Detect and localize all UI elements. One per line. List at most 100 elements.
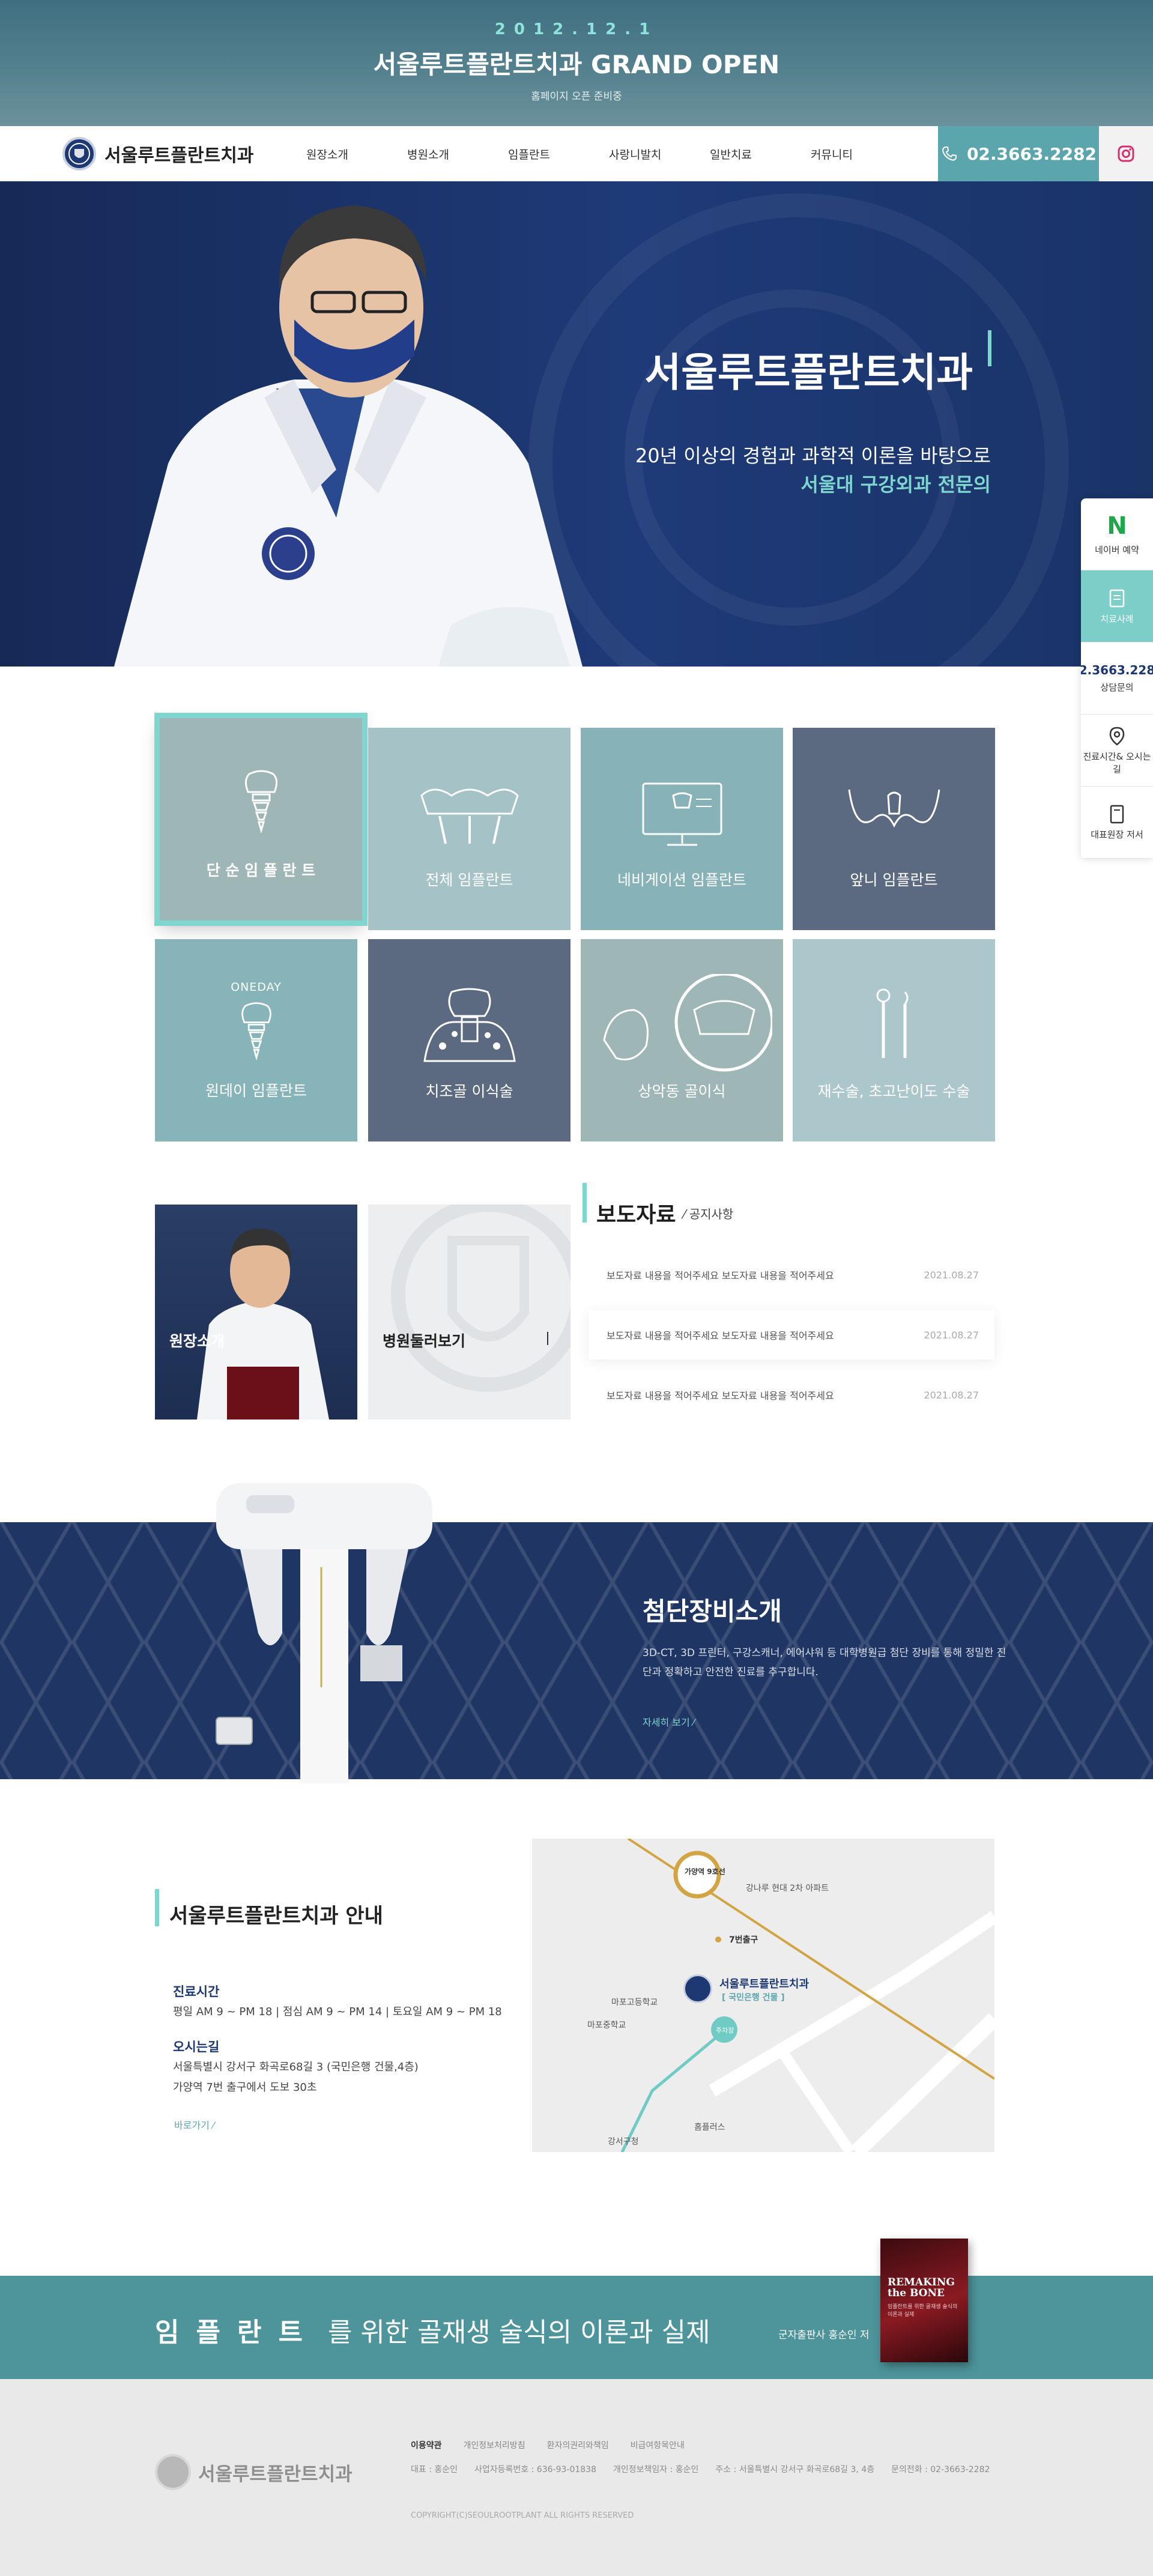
book-cover-subtitle: 임플란트를 위한 골재생 술식의 이론과 실제	[888, 2304, 958, 2318]
equipment-more-link[interactable]: 자세히 보기 ⁄	[643, 1714, 694, 1729]
instagram-button[interactable]	[1099, 126, 1153, 181]
map-exit-label: 7번출구	[729, 1935, 758, 1945]
implant-icon	[237, 759, 285, 849]
location-block: 오시는길 서울특별시 강서구 화곡로68길 3 (국민은행 건물,4층) 가양역…	[173, 2037, 419, 2098]
logo-emblem-icon	[62, 137, 96, 171]
bone-graft-icon	[419, 980, 521, 1070]
nav-item-doctor[interactable]: 원장소개	[306, 146, 407, 162]
ct-scanner-image	[216, 1483, 432, 1783]
footer-info-item: 주소 : 서울특별시 강서구 화곡로68길 3, 4층	[715, 2465, 875, 2475]
nav-item-implant[interactable]: 임플란트	[508, 146, 609, 162]
address-line1: 서울특별시 강서구 화곡로68길 3 (국민은행 건물,4층)	[173, 2061, 419, 2073]
press-row-date: 2021.08.27	[924, 1269, 979, 1281]
nav-item-wisdom-tooth[interactable]: 사랑니발치	[609, 146, 710, 162]
footer-info-item: 개인정보책임자 : 홍순인	[613, 2465, 699, 2475]
main-nav: 원장소개 병원소개 임플란트 사랑니발치 일반치료 커뮤니티	[306, 126, 912, 181]
implant-menu-grid: 단 순 임 플 란 트 전체 임플란트 네비게이션 임플란트 앞니 임플란트 O…	[154, 713, 995, 1141]
press-row[interactable]: 보도자료 내용을 적어주세요 보도자료 내용을 적어주세요 2021.08.27	[589, 1250, 994, 1299]
equipment-desc: 3D-CT, 3D 프린터, 구강스캐너, 에어샤워 등 대학병원급 첨단 장비…	[643, 1647, 1006, 1678]
hours-heading: 진료시간	[173, 1985, 220, 1999]
nav-item-hospital[interactable]: 병원소개	[407, 146, 508, 162]
tile-sinus-graft[interactable]: 상악동 골이식	[581, 939, 783, 1141]
map-school1-label: 마포고등학교	[611, 1998, 658, 2007]
directions-link-label: 바로가기	[174, 2120, 210, 2131]
equipment-more-label: 자세히 보기	[643, 1717, 690, 1728]
doctor-intro-card[interactable]: 원장소개	[155, 1205, 357, 1420]
book-promo-rest: 를 위한 골재생 술식의 이론과 실제	[327, 2317, 710, 2348]
oneday-badge: ONEDAY	[231, 980, 282, 994]
book-promo-band[interactable]: 임플란트 를 위한 골재생 술식의 이론과 실제 군자출판사 홍순인 저	[0, 2276, 1153, 2379]
hero-specialty: 서울대 구강외과 전문의	[800, 473, 991, 496]
tile-full-implant[interactable]: 전체 임플란트	[368, 728, 570, 930]
tile-bone-graft[interactable]: 치조골 이식술	[368, 939, 570, 1141]
tile-label: 원데이 임플란트	[205, 1081, 307, 1099]
tile-navigation-implant[interactable]: 네비게이션 임플란트	[581, 728, 783, 930]
cases-clipboard-icon	[1109, 589, 1125, 608]
footer-links: 이용약관 개인정보처리방침 환자의권리와책임 비급여항목안내	[411, 2439, 685, 2451]
banner-subtitle: 홈페이지 오픈 준비중	[531, 91, 622, 103]
news-section: 원장소개 병원둘러보기 보도자료 ⁄ 공지사항 보도자료 내용을 적어주세요 보…	[155, 1183, 994, 1423]
address-line2: 가양역 7번 출구에서 도보 30초	[173, 2081, 317, 2094]
tile-reoperation[interactable]: 재수술, 초고난이도 수술	[793, 939, 995, 1141]
header-phone-button[interactable]: 02.3663.2282	[938, 126, 1099, 181]
tile-label: 재수술, 초고난이도 수술	[817, 1082, 970, 1100]
press-row-date: 2021.08.27	[924, 1329, 979, 1341]
banner-title: 서울루트플란트치과 GRAND OPEN	[373, 50, 780, 79]
info-accent-bar	[155, 1889, 159, 1926]
press-row-text: 보도자료 내용을 적어주세요 보도자료 내용을 적어주세요	[607, 1390, 834, 1401]
location-map[interactable]: 가양역 9호선 7번출구 강나루 현대 2차 아파트 서울루트플란트치과 [ 국…	[532, 1839, 994, 2152]
quick-phone[interactable]: 02.3663.2282 상담문의	[1081, 642, 1153, 715]
footer-info-item: 문의전화 : 02-3663-2282	[891, 2465, 990, 2475]
press-title[interactable]: 보도자료	[596, 1197, 676, 1229]
footer-link-fees[interactable]: 비급여항목안내	[631, 2439, 685, 2451]
hero-tagline: 20년 이상의 경험과 과학적 이론을 바탕으로	[635, 444, 991, 467]
notice-tab[interactable]: ⁄ 공지사항	[683, 1205, 733, 1222]
footer-link-rights[interactable]: 환자의권리와책임	[547, 2439, 609, 2451]
emblem-shield-icon	[68, 143, 90, 165]
quick-book[interactable]: 대표원장 저서	[1081, 787, 1153, 859]
site-logo[interactable]: 서울루트플란트치과	[62, 137, 253, 171]
book-cover-title: REMAKING the BONE	[888, 2276, 955, 2299]
banner-date: 2012.12.1	[494, 20, 659, 38]
footer-info-item: 대표 : 홍순인	[411, 2465, 458, 2475]
hero-section: 서울루트플란트치과 20년 이상의 경험과 과학적 이론을 바탕으로 서울대 구…	[0, 181, 1153, 667]
map-pin-icon	[1109, 727, 1125, 746]
footer-link-terms[interactable]: 이용약관	[411, 2439, 442, 2451]
tile-simple-implant[interactable]: 단 순 임 플 란 트	[154, 713, 368, 926]
full-implant-icon	[416, 769, 524, 859]
quick-phone-label: 상담문의	[1100, 682, 1134, 693]
press-row[interactable]: 보도자료 내용을 적어주세요 보도자료 내용을 적어주세요 2021.08.27	[589, 1370, 994, 1420]
doctor-illustration	[114, 205, 583, 667]
tile-oneday-implant[interactable]: ONEDAY 원데이 임플란트	[155, 939, 357, 1141]
nav-item-community[interactable]: 커뮤니티	[811, 146, 912, 162]
equipment-title: 첨단장비소개	[643, 1597, 782, 1626]
tile-front-implant[interactable]: 앞니 임플란트	[793, 728, 995, 930]
sinus-graft-icon	[592, 973, 772, 1071]
footer-info-item: 사업자등록번호 : 636-93-01838	[474, 2465, 596, 2475]
tile-label: 네비게이션 임플란트	[617, 871, 746, 889]
book-cover[interactable]: REMAKING the BONE 임플란트를 위한 골재생 술식의 이론과 실…	[880, 2239, 968, 2362]
map-school2-label: 마포중학교	[587, 2021, 626, 2030]
quick-naver-label: 네이버 예약	[1095, 545, 1139, 555]
hero-title: 서울루트플란트치과	[644, 349, 973, 396]
grand-open-banner[interactable]: 2012.12.1 서울루트플란트치과 GRAND OPEN 홈페이지 오픈 준…	[0, 0, 1153, 126]
map-apt-label: 강나루 현대 2차 아파트	[746, 1884, 829, 1893]
hospital-tour-card[interactable]: 병원둘러보기	[368, 1205, 570, 1420]
footer-logo-text: 서울루트플란트치과	[198, 2463, 353, 2485]
quick-location[interactable]: 진료시간& 오시는길	[1081, 715, 1153, 787]
press-row-date: 2021.08.27	[924, 1389, 979, 1401]
emblem-watermark-icon	[391, 1205, 570, 1392]
hours-text: 평일 AM 9 ~ PM 18 | 점심 AM 9 ~ PM 14 | 토요일 …	[173, 2006, 502, 2018]
hospital-tour-label: 병원둘러보기	[383, 1332, 466, 1350]
footer-link-privacy[interactable]: 개인정보처리방침	[464, 2439, 525, 2451]
map-homeplus-label: 홈플러스	[694, 2123, 725, 2132]
quick-location-label: 진료시간& 오시는길	[1083, 751, 1151, 775]
footer-logo[interactable]: 서울루트플란트치과	[155, 2454, 353, 2490]
map-office-label: 강서구청	[608, 2137, 639, 2147]
press-row[interactable]: 보도자료 내용을 적어주세요 보도자료 내용을 적어주세요 2021.08.27	[589, 1310, 994, 1359]
quick-cases[interactable]: 치료사례	[1081, 570, 1153, 642]
quick-naver-booking[interactable]: N 네이버 예약	[1081, 498, 1153, 570]
doctor-photo	[197, 1229, 329, 1420]
directions-link[interactable]: 바로가기 ⁄	[174, 2117, 214, 2132]
nav-item-general[interactable]: 일반치료	[710, 146, 811, 162]
